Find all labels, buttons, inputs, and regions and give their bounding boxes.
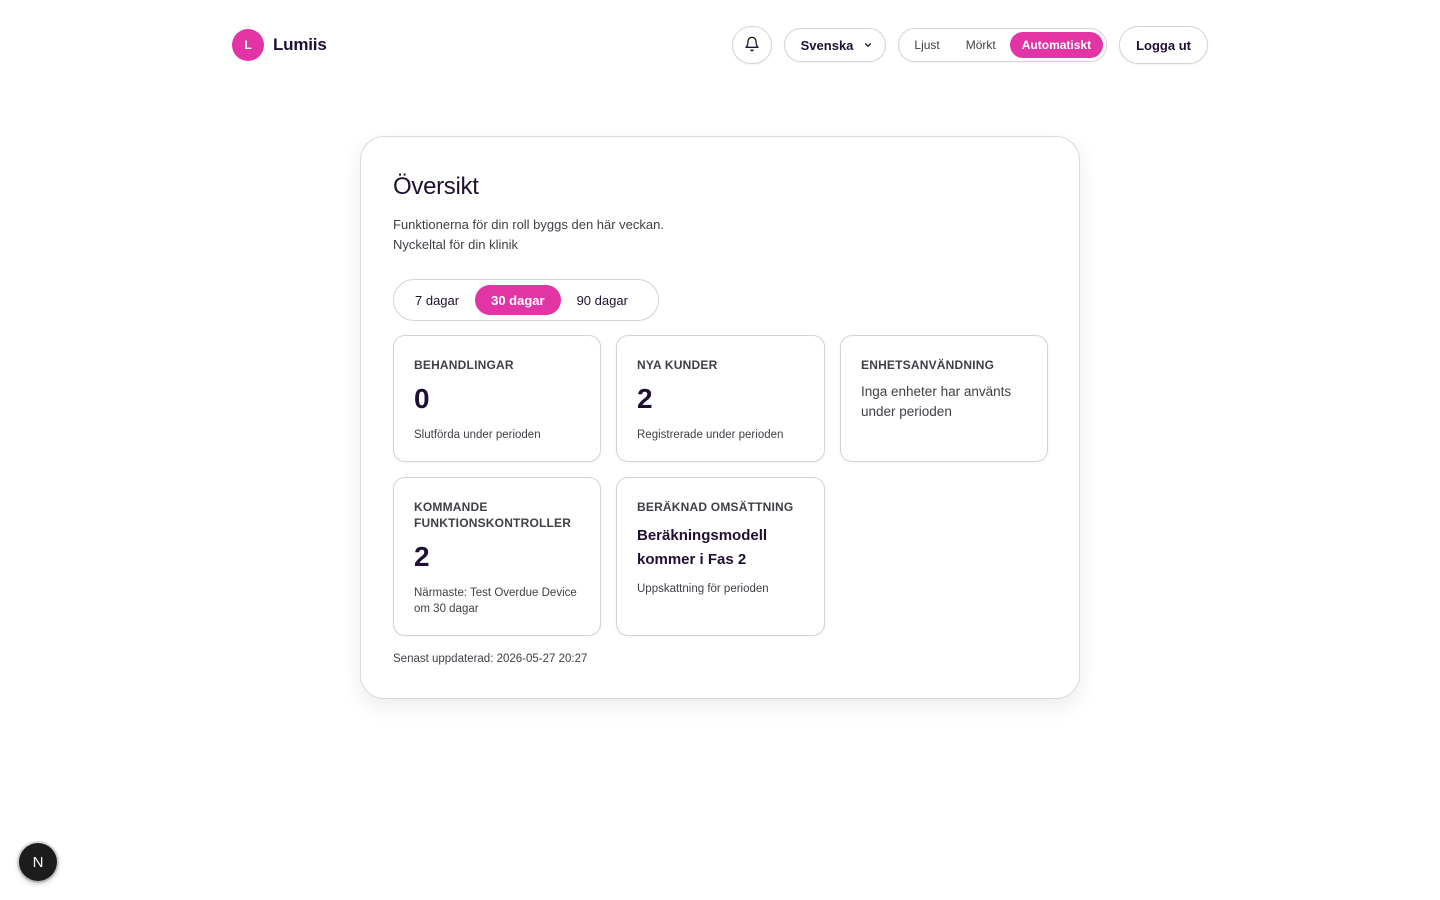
stat-value: 2 [414, 541, 430, 572]
stat-label: BEHANDLINGAR [414, 358, 514, 372]
bell-icon [744, 36, 760, 55]
period-option-30[interactable]: 30 dagar [475, 285, 561, 315]
dev-tools-button[interactable]: N [19, 843, 57, 881]
notifications-button[interactable] [731, 26, 772, 64]
language-selected-value: Svenska [800, 37, 854, 53]
stat-note: Registrerade under perioden [637, 429, 784, 441]
top-header: L Lumiis Svenska Ljust Mörkt Automatiskt [232, 26, 1208, 64]
stat-card-upcoming-checks: KOMMANDE FUNKTIONSKONTROLLER 2 Närmaste:… [393, 477, 601, 636]
last-updated: Senast uppdaterad: 2026-05-27 20:27 [393, 653, 588, 665]
dev-tools-letter: N [32, 853, 44, 871]
theme-option-light[interactable]: Ljust [902, 32, 951, 58]
period-option-7[interactable]: 7 dagar [399, 285, 475, 315]
stat-card-new-customers: NYA KUNDER 2 Registrerade under perioden [616, 335, 825, 462]
subtitle-line-1: Funktionerna för din roll byggs den här … [393, 217, 664, 232]
subtitle-line-2: Nyckeltal för din klinik [393, 237, 518, 252]
header-actions: Svenska Ljust Mörkt Automatiskt Logga ut [731, 26, 1208, 64]
overview-subtitle: Funktionerna för din roll byggs den här … [393, 215, 1047, 255]
stat-value: 2 [637, 383, 653, 414]
stat-card-revenue: BERÄKNAD OMSÄTTNING Beräkningsmodell kom… [616, 477, 825, 636]
stat-note: Närmaste: Test Overdue Device om 30 daga… [414, 587, 577, 615]
brand-name: Lumiis [273, 35, 327, 54]
page-title: Översikt [393, 173, 479, 200]
period-selector: 7 dagar 30 dagar 90 dagar [393, 279, 659, 321]
theme-option-dark[interactable]: Mörkt [954, 32, 1008, 58]
theme-option-auto[interactable]: Automatiskt [1009, 32, 1104, 58]
theme-switcher: Ljust Mörkt Automatiskt [898, 28, 1108, 62]
overview-card: Översikt Funktionerna för din roll byggs… [360, 136, 1080, 699]
brand-logo[interactable]: L Lumiis [232, 29, 327, 61]
stat-label: BERÄKNAD OMSÄTTNING [637, 500, 794, 514]
stat-label: KOMMANDE FUNKTIONSKONTROLLER [414, 500, 572, 530]
stats-grid: BEHANDLINGAR 0 Slutförda under perioden … [393, 335, 1048, 636]
stat-card-device-usage: ENHETSANVÄNDNING Inga enheter har använt… [840, 335, 1048, 462]
period-option-90[interactable]: 90 dagar [561, 285, 644, 315]
stat-value: 0 [414, 383, 430, 414]
stat-label: ENHETSANVÄNDNING [861, 358, 995, 372]
logout-button[interactable]: Logga ut [1119, 26, 1208, 64]
language-select[interactable]: Svenska [783, 28, 887, 62]
stat-note: Slutförda under perioden [414, 429, 541, 441]
chevron-down-icon [863, 38, 873, 53]
stat-text: Inga enheter har använts under perioden [861, 384, 1012, 419]
stat-note: Uppskattning för perioden [637, 583, 769, 595]
stat-label: NYA KUNDER [637, 358, 718, 372]
stat-headline: Beräkningsmodell kommer i Fas 2 [637, 527, 768, 568]
stat-card-treatments: BEHANDLINGAR 0 Slutförda under perioden [393, 335, 601, 462]
brand-mark: L [232, 29, 264, 61]
